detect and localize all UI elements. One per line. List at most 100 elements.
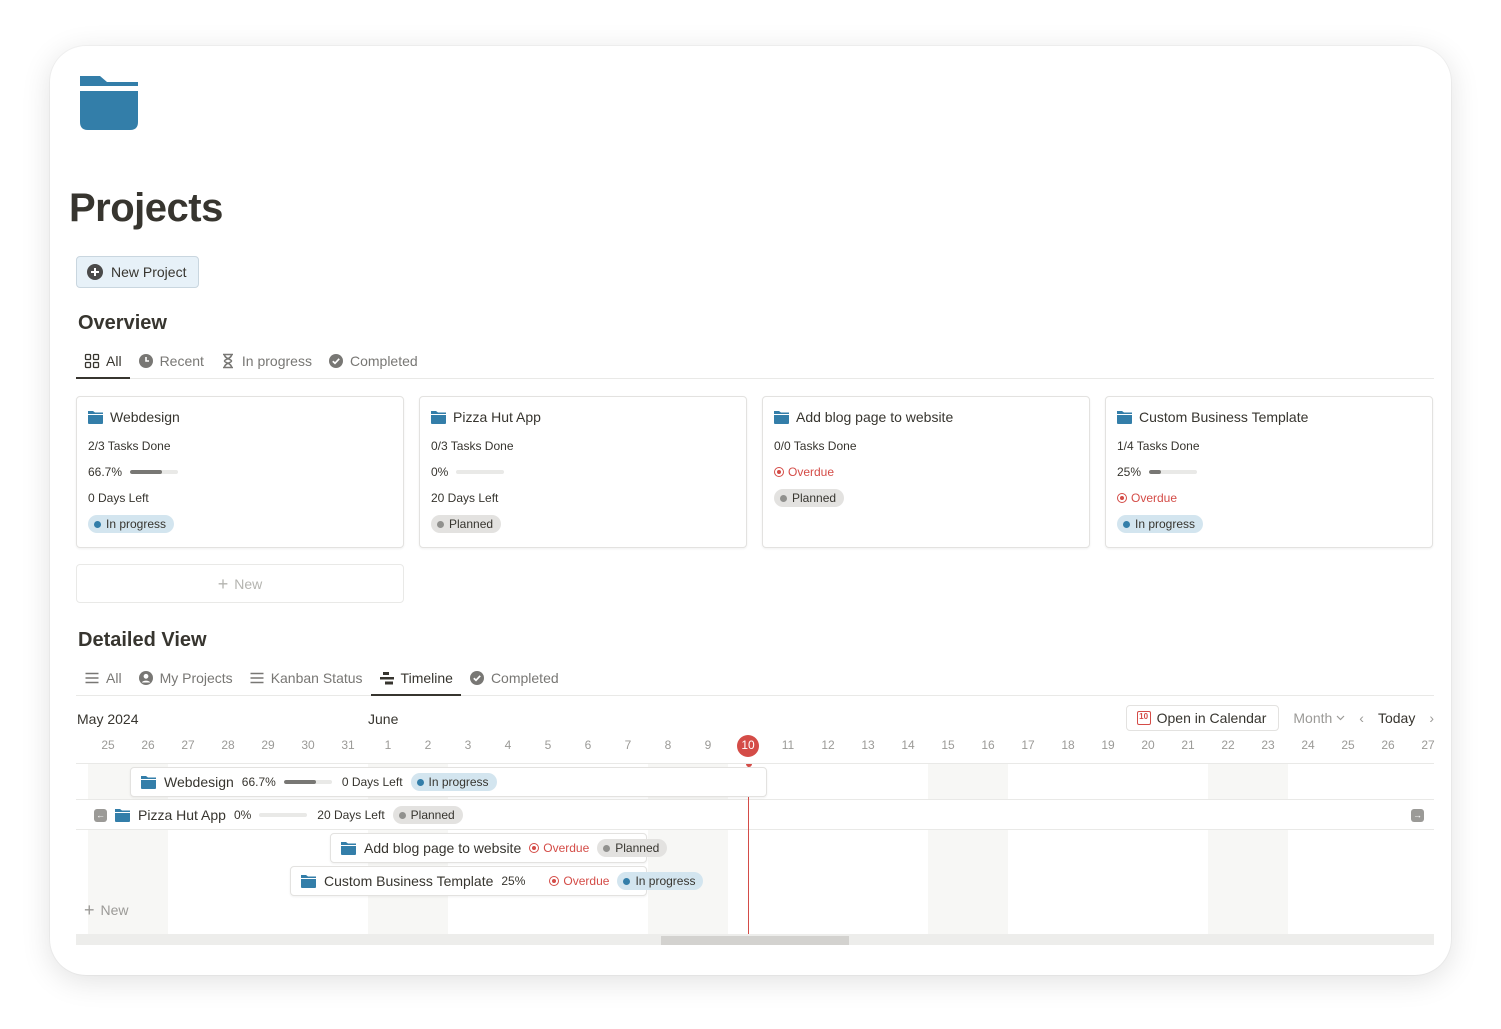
weekend-column: [1208, 764, 1288, 934]
folder-icon: [88, 410, 103, 424]
project-cards: Webdesign 2/3 Tasks Done 66.7% 0 Days Le…: [76, 396, 1434, 548]
view-mode-select[interactable]: Month: [1293, 710, 1345, 726]
scroll-right-arrow-icon[interactable]: →: [1411, 808, 1424, 822]
status-badge: In progress: [88, 515, 175, 533]
tab-all[interactable]: All: [76, 343, 130, 379]
day-label: 23: [1261, 738, 1275, 752]
day-label: 6: [584, 738, 592, 752]
new-card-label: New: [234, 575, 263, 592]
timeline-bar[interactable]: Add blog page to website Overdue Planned: [330, 833, 668, 863]
progress-bar: [130, 470, 179, 474]
open-in-calendar-button[interactable]: 10 Open in Calendar: [1125, 705, 1280, 731]
timeline-body: Webdesign 66.7% 0 Days Left In progress …: [76, 763, 1434, 934]
user-circle-icon: [138, 670, 153, 685]
new-project-label: New Project: [111, 264, 187, 280]
scrollbar-thumb[interactable]: [661, 936, 849, 945]
card-title: Webdesign: [110, 409, 180, 425]
grid-icon: [84, 353, 100, 368]
progress-percent: 0%: [431, 465, 449, 479]
project-card[interactable]: Custom Business Template 1/4 Tasks Done …: [1105, 396, 1433, 548]
new-project-button[interactable]: New Project: [76, 256, 200, 288]
progress-percent: 25%: [1117, 465, 1142, 479]
horizontal-scrollbar[interactable]: [76, 934, 1434, 945]
day-label: 9: [704, 738, 712, 752]
folder-icon: [431, 410, 446, 424]
tab-kanban-status[interactable]: Kanban Status: [241, 660, 371, 695]
overview-title: Overview: [78, 312, 167, 334]
timeline-bar[interactable]: Custom Business Template 25% Overdue In …: [290, 866, 704, 896]
status-badge: Planned: [392, 806, 463, 824]
timeline-header: May 2024 June 10 Open in Calendar Month …: [76, 701, 1435, 763]
tab-in-progress[interactable]: In progress: [212, 343, 320, 378]
overdue-icon: [549, 876, 560, 886]
progress-percent: 66.7%: [241, 775, 276, 789]
overdue-label: Overdue: [774, 465, 834, 479]
project-card[interactable]: Add blog page to website 0/0 Tasks Done …: [762, 396, 1090, 548]
timeline-bar[interactable]: ← Pizza Hut App 0% 20 Days Left Planned …: [84, 800, 1424, 830]
tab-recent[interactable]: Recent: [130, 343, 212, 378]
check-circle-icon: [469, 670, 484, 685]
tab-label: In progress: [241, 352, 312, 369]
today-button[interactable]: Today: [1378, 710, 1415, 726]
detailed-view-title: Detailed View: [78, 629, 207, 651]
tab-completed[interactable]: Completed: [320, 343, 426, 378]
days-left: 0 Days Left: [341, 775, 403, 789]
list-icon: [85, 672, 99, 683]
plus-icon: +: [84, 900, 95, 920]
project-card[interactable]: Webdesign 2/3 Tasks Done 66.7% 0 Days Le…: [76, 396, 404, 548]
tab-completed[interactable]: Completed: [461, 660, 567, 695]
day-label: 10: [741, 738, 755, 752]
folder-icon: [141, 775, 156, 789]
tab-label: All: [106, 669, 122, 686]
progress-bar: [1149, 470, 1198, 474]
folder-icon: [1117, 410, 1132, 424]
folder-icon: [301, 874, 316, 888]
status-badge: In progress: [410, 773, 497, 791]
day-label: 26: [141, 738, 155, 752]
calendar-icon: 10: [1136, 711, 1151, 725]
detailed-view-tabs: All My Projects Kanban Status Timeline C…: [76, 660, 1434, 696]
day-label: 26: [1381, 738, 1395, 752]
day-label: 24: [1301, 738, 1315, 752]
tab-my-projects[interactable]: My Projects: [130, 660, 241, 695]
tasks-done: 0/0 Tasks Done: [774, 439, 857, 453]
next-arrow-icon[interactable]: ›: [1429, 710, 1434, 726]
day-label: 2: [424, 738, 432, 752]
folder-icon: [341, 841, 356, 855]
day-label: 8: [664, 738, 672, 752]
day-label: 28: [221, 738, 235, 752]
card-title: Add blog page to website: [796, 409, 954, 425]
progress-bar: [456, 470, 505, 474]
open-in-calendar-label: Open in Calendar: [1156, 710, 1267, 726]
overview-tabs: All Recent In progress Completed: [76, 343, 1434, 379]
weekend-column: [928, 764, 1008, 934]
bar-title: Add blog page to website: [364, 840, 522, 856]
scroll-left-arrow-icon[interactable]: ←: [94, 808, 107, 822]
day-label: 4: [504, 738, 512, 752]
day-label: 7: [624, 738, 632, 752]
tab-all[interactable]: All: [76, 660, 130, 695]
bar-title: Custom Business Template: [324, 873, 494, 889]
timeline-new-button[interactable]: + New: [84, 901, 129, 919]
progress-bar: [259, 813, 308, 817]
status-badge: In progress: [617, 872, 704, 890]
timeline-bar[interactable]: Webdesign 66.7% 0 Days Left In progress: [130, 767, 767, 797]
prev-arrow-icon[interactable]: ‹: [1359, 710, 1364, 726]
progress-percent: 25%: [501, 874, 526, 888]
chevron-down-icon: [1336, 715, 1345, 721]
tab-timeline[interactable]: Timeline: [370, 660, 462, 696]
today-marker: [745, 764, 752, 767]
status-badge: In progress: [1117, 515, 1204, 533]
status-badge: Planned: [431, 515, 502, 533]
overdue-label: Overdue: [549, 874, 609, 888]
day-label: 27: [1421, 738, 1435, 752]
clock-icon: [138, 353, 153, 368]
day-label: 12: [821, 738, 835, 752]
project-card[interactable]: Pizza Hut App 0/3 Tasks Done 0% 20 Days …: [419, 396, 747, 548]
new-card-button[interactable]: + New: [76, 564, 404, 603]
card-title: Pizza Hut App: [453, 409, 541, 425]
tab-label: My Projects: [159, 669, 233, 686]
day-label: 18: [1061, 738, 1075, 752]
overdue-label: Overdue: [1117, 491, 1177, 505]
timeline-controls: 10 Open in Calendar Month ‹ Today ›: [1125, 705, 1434, 731]
